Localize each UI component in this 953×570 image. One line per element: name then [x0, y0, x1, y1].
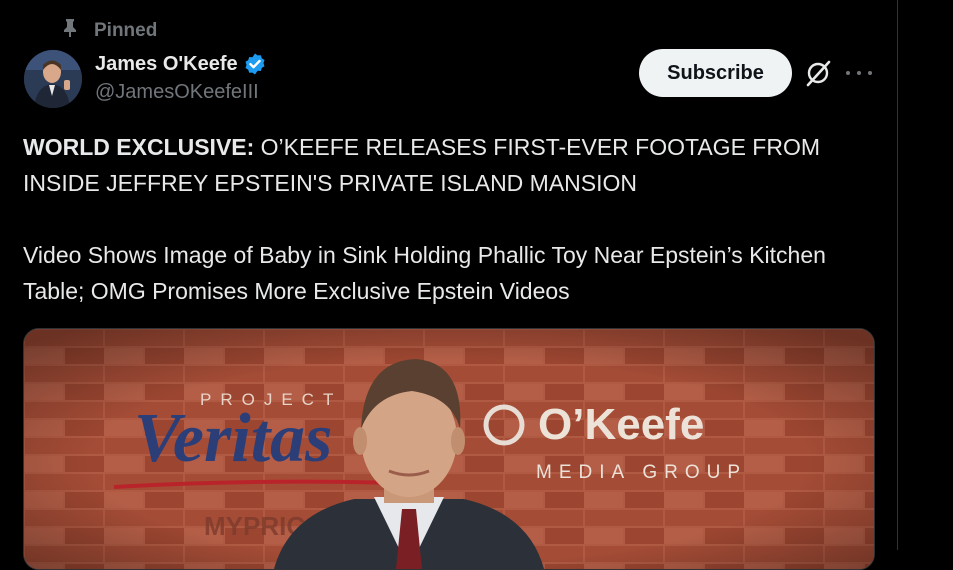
- pinned-indicator: Pinned: [62, 18, 157, 44]
- svg-text:Veritas: Veritas: [134, 400, 332, 477]
- author-block: James O'Keefe @JamesOKeefeIII: [95, 52, 267, 104]
- pinned-label: Pinned: [94, 20, 158, 41]
- author-handle[interactable]: @JamesOKeefeIII: [95, 81, 267, 104]
- grok-icon[interactable]: [803, 58, 833, 88]
- pin-icon: [62, 19, 78, 43]
- subscribe-button[interactable]: Subscribe: [639, 49, 792, 97]
- verified-badge-icon[interactable]: [243, 52, 267, 76]
- more-options-icon[interactable]: [846, 58, 872, 88]
- avatar[interactable]: [24, 50, 82, 108]
- author-name[interactable]: James O'Keefe: [95, 53, 238, 76]
- svg-text:MEDIA GROUP: MEDIA GROUP: [536, 462, 747, 483]
- post-body: Video Shows Image of Baby in Sink Holdin…: [23, 242, 826, 304]
- column-divider: [897, 0, 898, 550]
- svg-text:O’Keefe: O’Keefe: [538, 400, 704, 449]
- post-media[interactable]: PROJECT Veritas O’Keefe MEDIA GROUP MYPR…: [23, 328, 875, 570]
- post-text: WORLD EXCLUSIVE: O’KEEFE RELEASES FIRST-…: [23, 129, 873, 309]
- post-headline-bold: WORLD EXCLUSIVE:: [23, 134, 255, 160]
